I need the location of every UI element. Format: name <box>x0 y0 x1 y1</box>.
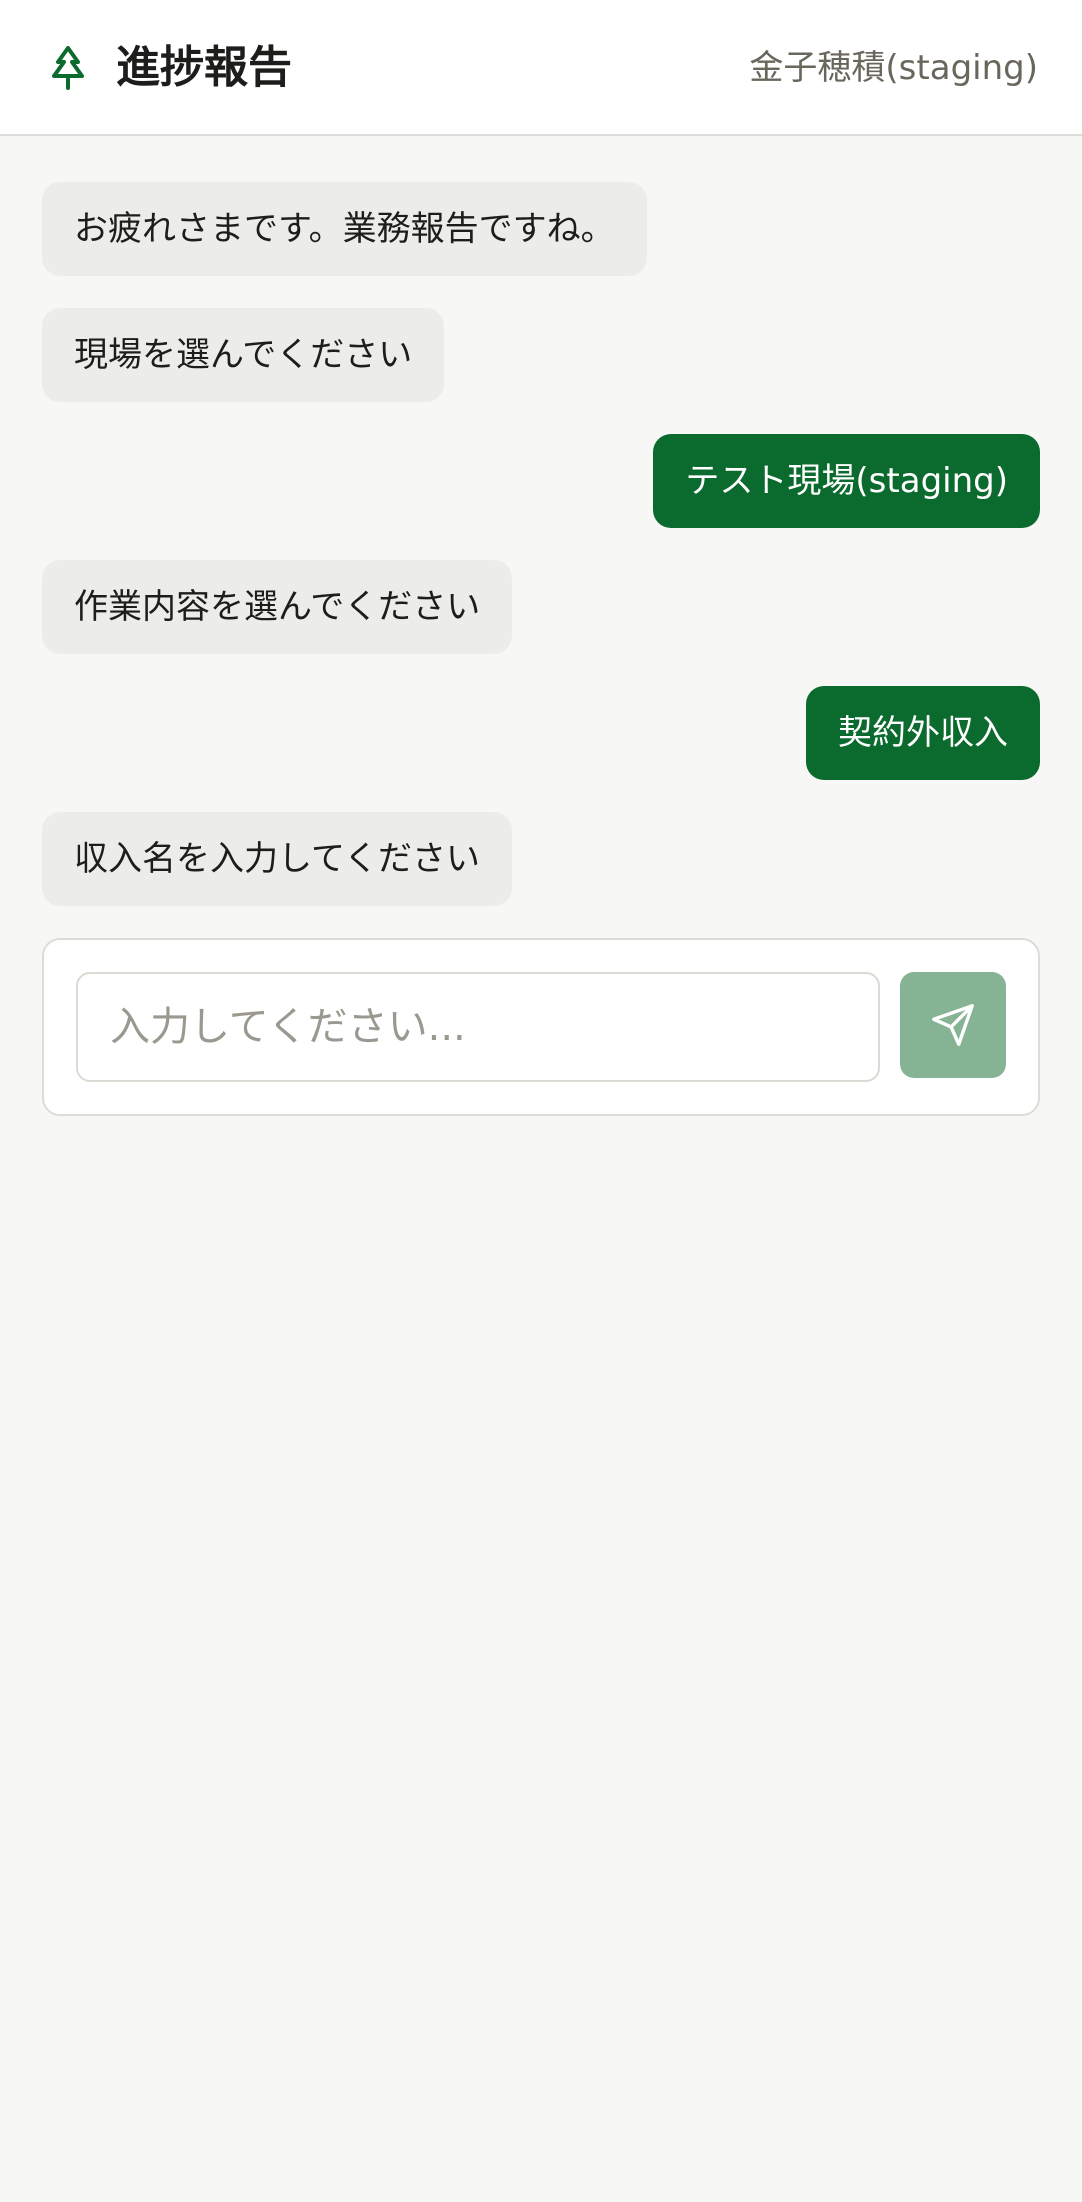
chat-app: 進捗報告 金子穂積(staging) お疲れさまです。業務報告ですね。 現場を選… <box>0 0 1082 2202</box>
tree-icon <box>52 46 84 90</box>
send-icon <box>932 1004 974 1046</box>
send-button[interactable] <box>900 972 1006 1078</box>
page-title: 進捗報告 <box>116 42 292 93</box>
user-message: 契約外収入 <box>806 686 1040 780</box>
bot-message: お疲れさまです。業務報告ですね。 <box>42 182 647 276</box>
message-input[interactable] <box>76 972 880 1082</box>
bot-message: 現場を選んでください <box>42 308 445 402</box>
message-composer <box>42 938 1040 1116</box>
user-name: 金子穂積(staging) <box>749 48 1038 88</box>
bot-message: 作業内容を選んでください <box>42 560 513 654</box>
app-header: 進捗報告 金子穂積(staging) <box>0 0 1082 136</box>
bot-message: 収入名を入力してください <box>42 812 512 906</box>
user-message: テスト現場(staging) <box>653 434 1040 528</box>
